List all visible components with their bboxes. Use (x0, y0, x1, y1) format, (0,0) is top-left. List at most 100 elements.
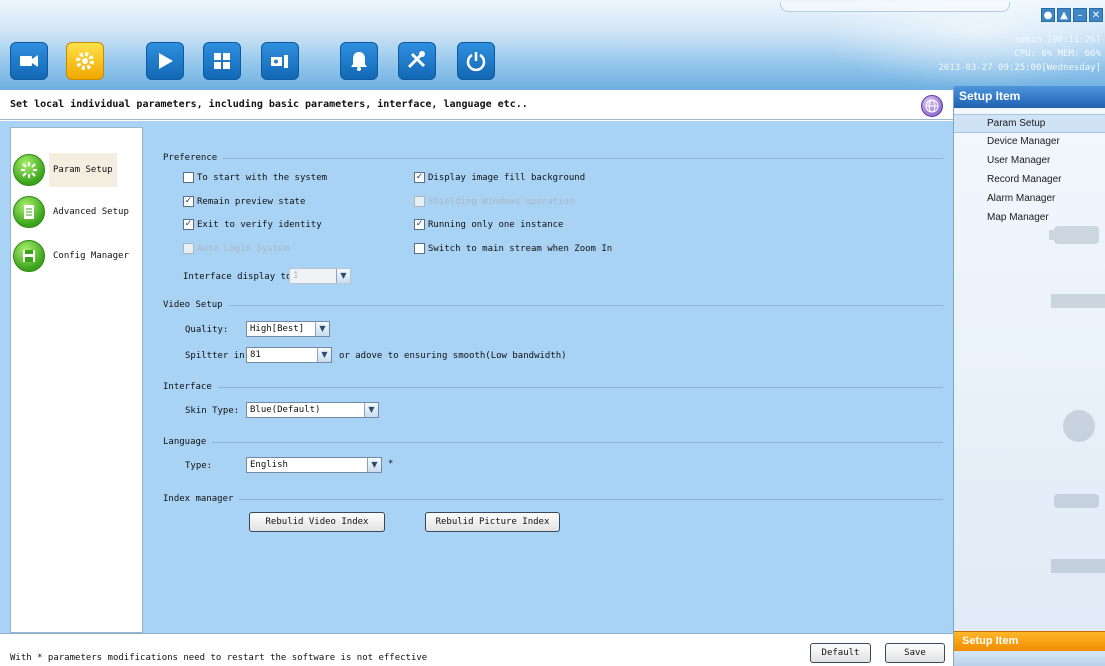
rebuild-picture-index-button[interactable]: Rebulid Picture Index (425, 512, 560, 532)
save-button[interactable]: Save (885, 643, 945, 663)
dvr-decoration-icon (1051, 559, 1105, 573)
setup-item-user-manager[interactable]: User Manager (954, 152, 1105, 171)
nav-label: Advanced Setup (53, 207, 129, 217)
advanced-setup-icon (13, 196, 45, 228)
checkbox-label: To start with the system (197, 172, 328, 183)
skin-type-label: Skin Type: (185, 406, 240, 416)
lock-icon[interactable]: ▲ (1057, 8, 1071, 22)
section-preference: Preference (163, 153, 943, 163)
rebuild-video-index-button[interactable]: Rebulid Video Index (249, 512, 385, 532)
camera-icon[interactable] (10, 42, 48, 80)
select-value: Blue(Default) (250, 405, 321, 415)
content-area: Param Setup Advanced Setup Config Manage… (0, 121, 953, 633)
checkbox-label: Auto Login System (197, 243, 290, 254)
session-time: [00:11:26] (1046, 35, 1101, 45)
datetime: 2013-03-27 09:25:00[Wednesday] (938, 63, 1101, 73)
switch-main-checkbox[interactable]: Switch to main stream when Zoom In (414, 243, 612, 254)
param-setup-icon (13, 154, 45, 186)
splitter-suffix: or adove to ensuring smooth(Low bandwidt… (339, 351, 567, 361)
checkbox-label: Display image fill background (428, 172, 586, 183)
language-type-label: Type: (185, 461, 213, 471)
settings-icon[interactable] (66, 42, 104, 80)
globe-icon[interactable] (921, 95, 943, 117)
user-icon[interactable]: ● (1041, 8, 1055, 22)
select-value: English (250, 460, 288, 470)
alarm-bell-icon[interactable] (340, 42, 378, 80)
section-language: Language (163, 437, 943, 447)
restart-asterisk: * (388, 459, 394, 469)
running-one-checkbox[interactable]: ✓ Running only one instance (414, 219, 563, 230)
panel-title: Setup Item (954, 86, 1105, 108)
exit-verify-checkbox[interactable]: ✓ Exit to verify identity (183, 219, 322, 230)
select-value: 1 (293, 271, 299, 281)
remain-preview-checkbox[interactable]: ✓ Remain preview state (183, 196, 305, 207)
splitter-label: Spiltter in (185, 351, 245, 361)
nav-item-param-setup[interactable]: Param Setup (13, 152, 141, 188)
select-value: High[Best] (250, 324, 305, 334)
select-value: 81 (250, 350, 261, 360)
auto-login-checkbox: Auto Login System (183, 243, 289, 254)
page-description: Set local individual parameters, includi… (10, 99, 528, 110)
checkbox-label: Switch to main stream when Zoom In (428, 243, 613, 254)
shielding-checkbox: Shielding Windows operation (414, 196, 574, 207)
section-title: Interface (163, 382, 212, 392)
settings-panel: Preference To start with the system ✓ Rem… (146, 127, 953, 633)
dvr-decoration-icon (1051, 294, 1105, 308)
chevron-down-icon: ▼ (367, 458, 381, 472)
splitter-select[interactable]: 81 ▼ (246, 347, 332, 363)
quality-select[interactable]: High[Best] ▼ (246, 321, 330, 337)
setup-item-alarm-manager[interactable]: Alarm Manager (954, 190, 1105, 209)
setup-item-panel: Setup Item Param Setup Device Manager Us… (953, 86, 1105, 666)
skin-type-select[interactable]: Blue(Default) ▼ (246, 402, 379, 418)
tools-icon[interactable] (398, 42, 436, 80)
save-disk-icon (13, 240, 45, 272)
chevron-down-icon: ▼ (336, 269, 350, 283)
setup-item-footer[interactable]: Setup Item (954, 631, 1105, 651)
section-interface: Interface (163, 382, 943, 392)
to-start-checkbox[interactable]: To start with the system (183, 172, 327, 183)
nav-label: Config Manager (53, 251, 129, 261)
section-title: Video Setup (163, 300, 223, 310)
interface-display-select: 1 ▼ (289, 268, 351, 284)
camera-decoration-icon (1049, 226, 1099, 244)
checkbox-label: Shielding Windows operation (428, 196, 575, 207)
nav-item-advanced-setup[interactable]: Advanced Setup (13, 194, 141, 230)
grid-icon[interactable] (203, 42, 241, 80)
language-select[interactable]: English ▼ (246, 457, 382, 473)
section-title: Index manager (163, 494, 234, 504)
checkbox-label: Exit to verify identity (197, 219, 322, 230)
section-video-setup: Video Setup (163, 300, 943, 310)
left-nav: Param Setup Advanced Setup Config Manage… (10, 127, 143, 633)
close-icon[interactable]: ✕ (1089, 8, 1103, 22)
play-icon[interactable] (146, 42, 184, 80)
record-icon[interactable] (261, 42, 299, 80)
top-toolbar: ● ▲ – ✕ admin [00:11:26] CPU: 6% MEM: 66… (0, 0, 1105, 90)
section-title: Preference (163, 153, 218, 163)
dome-camera-decoration-icon (1063, 410, 1095, 442)
top-search-field[interactable] (780, 2, 1010, 12)
setup-item-device-manager[interactable]: Device Manager (954, 133, 1105, 152)
checkbox-label: Remain preview state (197, 196, 306, 207)
system-info: admin [00:11:26] CPU: 6% MEM: 66% 2013-0… (938, 33, 1101, 75)
footer-bar: With * parameters modifications need to … (0, 633, 953, 666)
default-button[interactable]: Default (810, 643, 871, 663)
setup-item-param-setup[interactable]: Param Setup (954, 114, 1105, 133)
camera-decoration-icon (1054, 494, 1099, 508)
mem-usage: MEM: 66% (1057, 49, 1101, 59)
description-bar: Set local individual parameters, includi… (0, 90, 953, 120)
panel-footer-strip (954, 651, 1105, 666)
section-index-manager: Index manager (163, 494, 943, 504)
power-icon[interactable] (457, 42, 495, 80)
section-title: Language (163, 437, 207, 447)
nav-item-config-manager[interactable]: Config Manager (13, 238, 141, 274)
restart-note: With * parameters modifications need to … (10, 653, 428, 663)
display-fill-checkbox[interactable]: ✓ Display image fill background (414, 172, 585, 183)
chevron-down-icon: ▼ (364, 403, 378, 417)
minimize-icon[interactable]: – (1073, 8, 1087, 22)
quality-label: Quality: (185, 325, 229, 335)
user-name: admin (1014, 35, 1042, 45)
setup-item-record-manager[interactable]: Record Manager (954, 171, 1105, 190)
chevron-down-icon: ▼ (317, 348, 331, 362)
nav-label: Param Setup (49, 153, 117, 187)
cpu-usage: CPU: 6% (1014, 49, 1053, 59)
